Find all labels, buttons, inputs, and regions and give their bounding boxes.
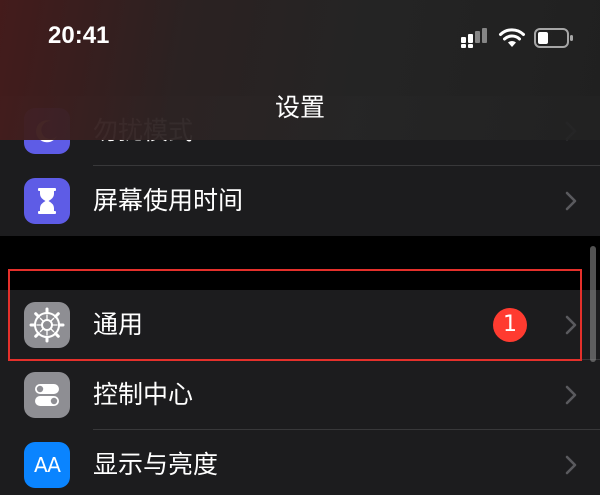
chevron-right-icon <box>565 385 577 405</box>
cellular-signal-icon <box>461 28 487 48</box>
navigation-bar: 20:41 设置 <box>0 0 600 140</box>
status-icons <box>460 24 574 52</box>
highlight-box <box>8 269 582 361</box>
row-label: 控制中心 <box>93 380 194 409</box>
row-control-center[interactable]: 控制中心 <box>0 360 600 430</box>
scrollbar[interactable] <box>590 246 596 362</box>
toggle-switches-icon <box>24 372 70 418</box>
hourglass-icon <box>24 178 70 224</box>
chevron-right-icon <box>565 455 577 475</box>
battery-icon <box>534 28 573 48</box>
row-display-brightness[interactable]: AA 显示与亮度 <box>0 430 600 495</box>
row-label: 屏幕使用时间 <box>93 186 244 215</box>
aa-text-icon: AA <box>24 442 70 488</box>
page-title: 设置 <box>274 93 325 122</box>
chevron-right-icon <box>565 191 577 211</box>
row-label: 显示与亮度 <box>93 450 219 479</box>
row-screen-time[interactable]: 屏幕使用时间 <box>0 166 600 236</box>
status-time: 20:41 <box>48 22 110 49</box>
wifi-icon <box>499 28 525 47</box>
settings-screen: 勿扰模式 屏幕使用时间 <box>0 0 600 495</box>
